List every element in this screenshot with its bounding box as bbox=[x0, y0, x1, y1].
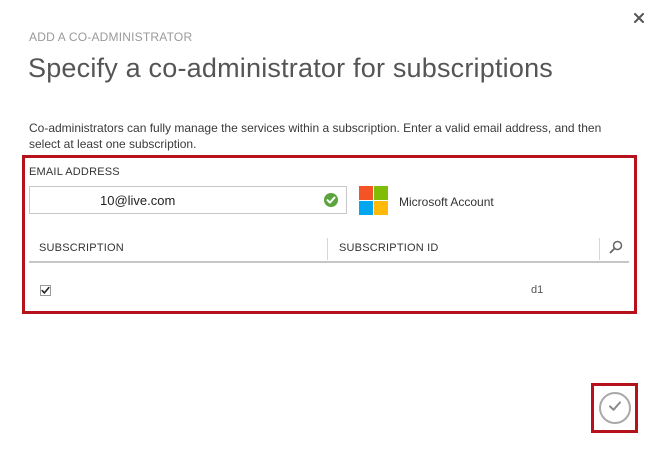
close-icon[interactable] bbox=[634, 10, 644, 28]
subscription-id: d1 bbox=[531, 284, 544, 296]
search-icon[interactable] bbox=[609, 240, 623, 259]
dialog-eyebrow: ADD A CO-ADMINISTRATOR bbox=[29, 30, 193, 44]
table-row[interactable]: d1 bbox=[29, 276, 629, 304]
microsoft-logo-icon bbox=[359, 186, 388, 215]
email-field-label: EMAIL ADDRESS bbox=[29, 166, 120, 178]
column-header-subscription[interactable]: SUBSCRIPTION bbox=[39, 242, 124, 254]
column-divider bbox=[327, 238, 328, 260]
dialog-description: Co-administrators can fully manage the s… bbox=[29, 121, 602, 151]
column-divider bbox=[599, 238, 600, 260]
email-field-value[interactable]: 10@live.com bbox=[30, 193, 323, 208]
close-button[interactable] bbox=[628, 8, 650, 30]
column-header-subscription-id[interactable]: SUBSCRIPTION ID bbox=[339, 242, 439, 254]
subscription-checkbox[interactable] bbox=[40, 285, 51, 296]
email-field[interactable]: 10@live.com bbox=[29, 186, 347, 214]
checkmark-icon[interactable] bbox=[607, 398, 623, 419]
confirm-button[interactable] bbox=[598, 392, 631, 424]
account-type-label: Microsoft Account bbox=[399, 195, 494, 209]
checkmark-circle-icon bbox=[323, 192, 339, 208]
search-button[interactable] bbox=[607, 240, 625, 258]
highlight-box-confirm bbox=[591, 383, 638, 433]
page-title: Specify a co-administrator for subscript… bbox=[28, 53, 554, 83]
subscriptions-table-header: SUBSCRIPTION SUBSCRIPTION ID bbox=[29, 236, 629, 263]
